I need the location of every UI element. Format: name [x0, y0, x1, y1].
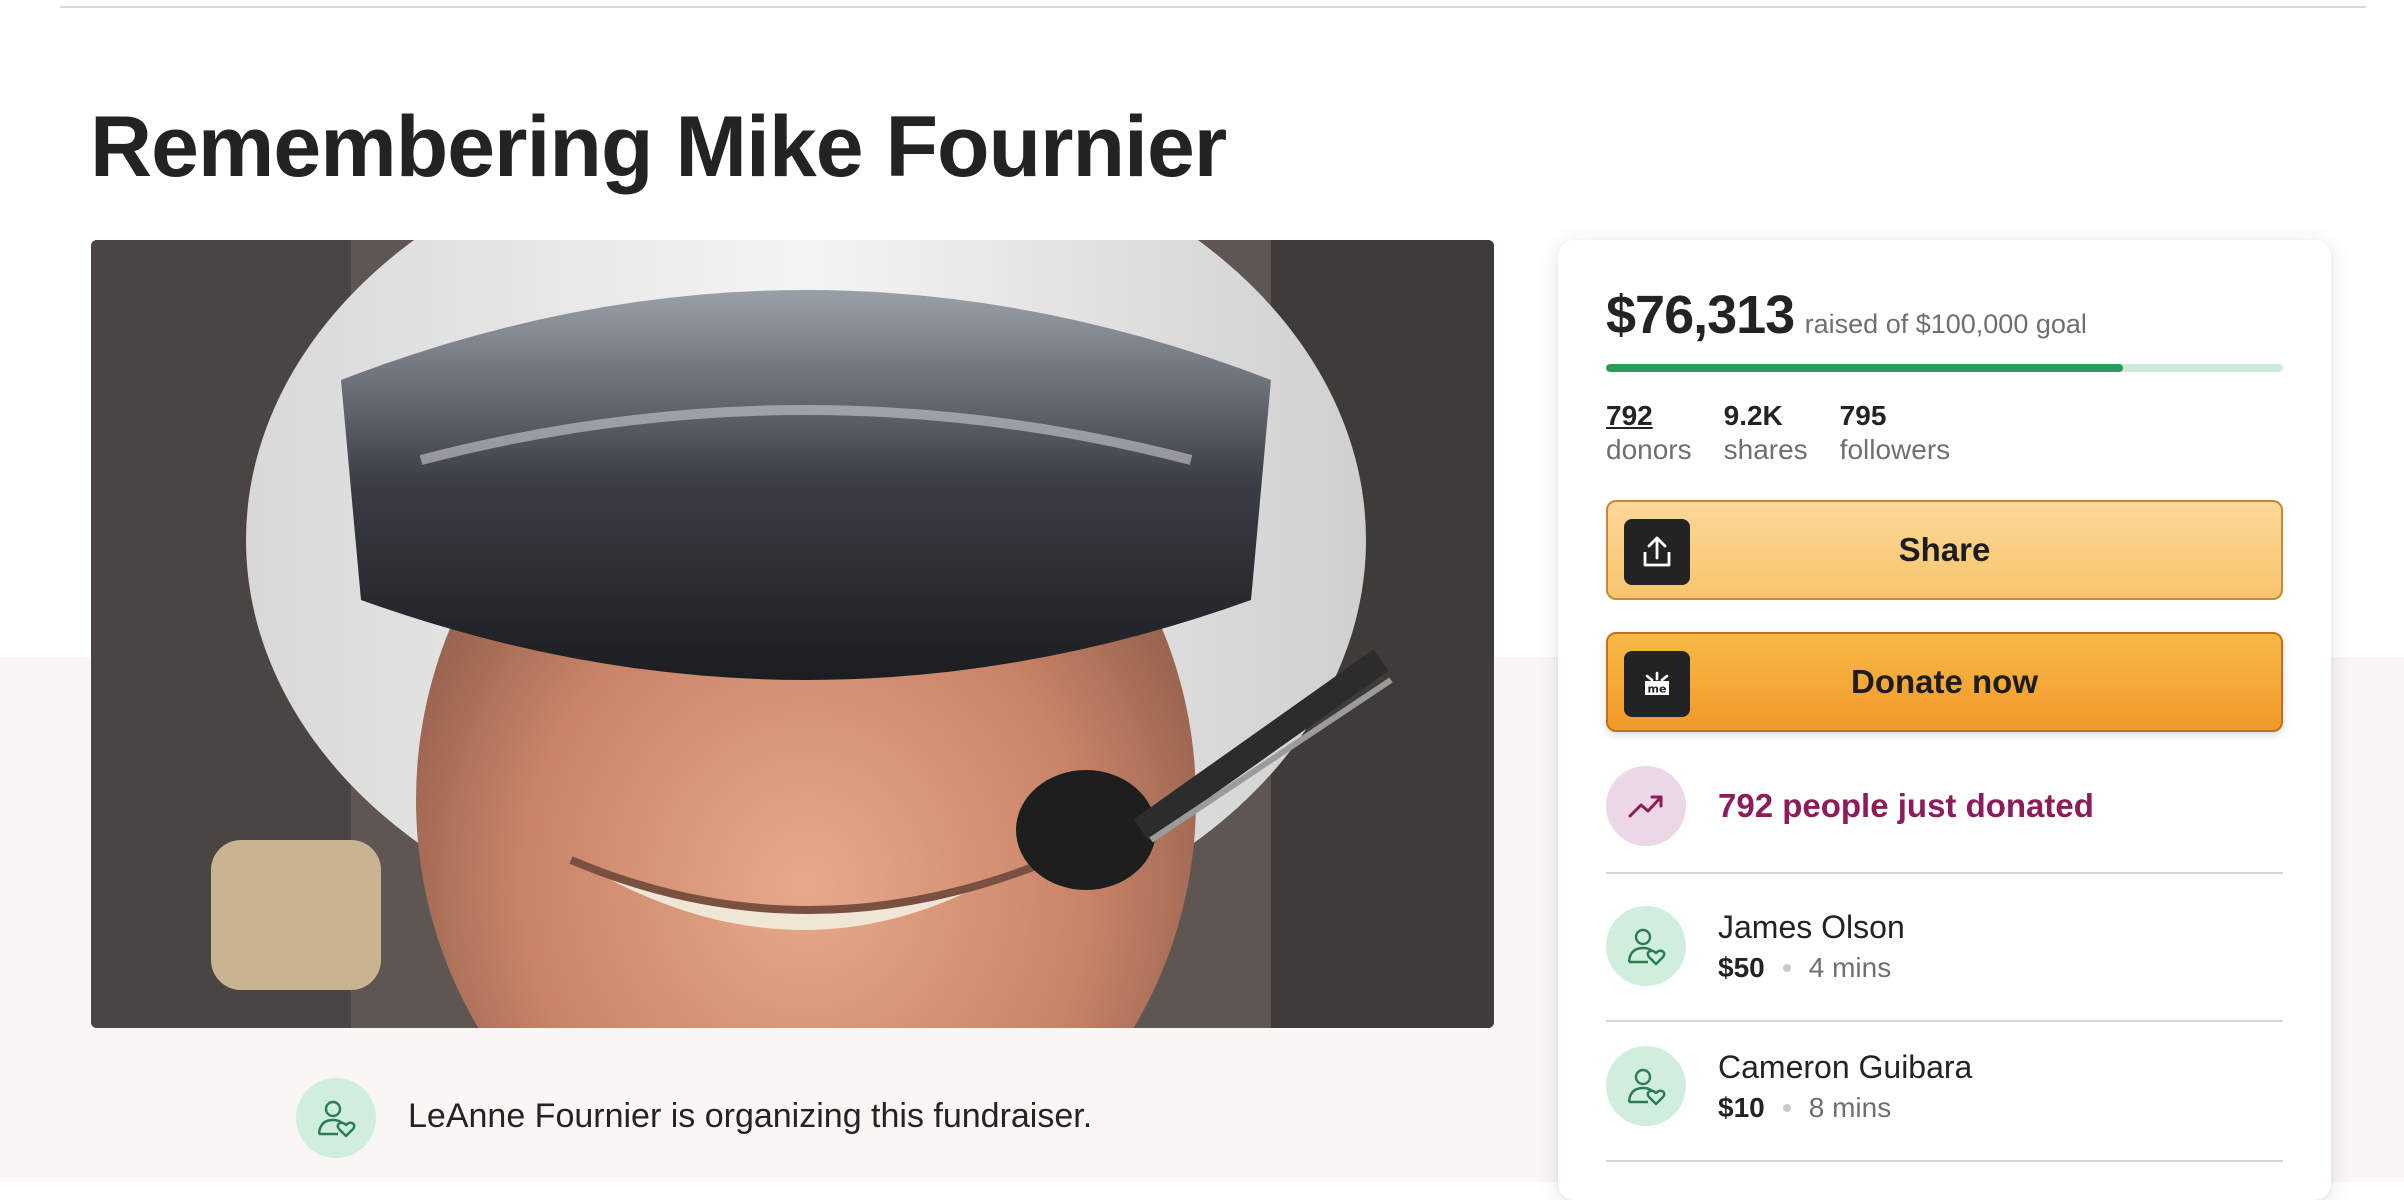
organizer-avatar — [296, 1078, 376, 1158]
stat-shares: 9.2K shares — [1724, 400, 1808, 466]
share-button-label: Share — [1898, 531, 1991, 568]
donor-avatar — [1606, 1046, 1686, 1126]
donor-name: James Olson — [1718, 908, 1905, 945]
stat-label: followers — [1839, 434, 1951, 465]
donation-item: James Olson $50 4 mins — [1606, 906, 2283, 986]
stat-followers: 795 followers — [1840, 400, 1950, 466]
donate-now-button[interactable]: me Donate now — [1606, 632, 2283, 732]
donation-amount: $10 — [1718, 1091, 1765, 1123]
recent-donations-summary[interactable]: 792 people just donated — [1606, 766, 2283, 846]
amount-raised: $76,313 — [1606, 285, 1795, 345]
person-heart-icon — [317, 1100, 356, 1138]
goal-text: raised of $100,000 goal — [1804, 309, 2087, 339]
trending-up-icon — [1606, 766, 1686, 846]
separator-dot — [1782, 963, 1791, 972]
separator-dot — [1782, 1103, 1791, 1112]
divider — [1606, 1160, 2283, 1162]
donor-avatar — [1606, 906, 1686, 986]
donate-button-label: Donate now — [1851, 663, 2038, 700]
amount-row: $76,313 raised of $100,000 goal — [1606, 284, 2087, 346]
stat-label: shares — [1723, 434, 1808, 465]
donation-time: 4 mins — [1808, 951, 1892, 983]
svg-text:me: me — [1648, 683, 1667, 696]
person-heart-icon — [1627, 1068, 1666, 1106]
progress-bar — [1606, 364, 2283, 372]
donor-meta: $10 8 mins — [1718, 1092, 1972, 1124]
donation-card: $76,313 raised of $100,000 goal 792 dono… — [1558, 240, 2331, 1200]
donor-info: Cameron Guibara $10 8 mins — [1718, 1049, 1972, 1124]
donor-meta: $50 4 mins — [1718, 952, 1905, 984]
donation-amount: $50 — [1718, 951, 1765, 983]
person-heart-icon — [1627, 928, 1666, 966]
gofundme-logo-icon: me — [1624, 651, 1690, 717]
divider — [1606, 872, 2283, 874]
stat-value[interactable]: 792 — [1606, 400, 1692, 432]
divider — [1606, 1020, 2283, 1022]
progress-fill — [1606, 364, 2123, 372]
share-button[interactable]: Share — [1606, 500, 2283, 600]
organizer-text: LeAnne Fournier is organizing this fundr… — [408, 1097, 1093, 1135]
donation-item: Cameron Guibara $10 8 mins — [1606, 1046, 2283, 1126]
header-divider — [60, 6, 2366, 8]
stat-value: 795 — [1839, 400, 1887, 431]
stat-donors[interactable]: 792 donors — [1606, 400, 1692, 466]
campaign-photo[interactable] — [91, 240, 1494, 1028]
stat-label: donors — [1606, 434, 1692, 465]
stats-row: 792 donors 9.2K shares 795 followers — [1606, 400, 1950, 466]
share-upload-icon — [1624, 519, 1690, 585]
stat-value: 9.2K — [1723, 400, 1783, 431]
donor-info: James Olson $50 4 mins — [1718, 909, 1905, 984]
campaign-photo-image — [91, 240, 1494, 1028]
recent-donations-text: 792 people just donated — [1718, 787, 2094, 824]
page-title: Remembering Mike Fournier — [90, 99, 1227, 195]
donor-name: Cameron Guibara — [1718, 1048, 1973, 1085]
donation-time: 8 mins — [1808, 1091, 1892, 1123]
